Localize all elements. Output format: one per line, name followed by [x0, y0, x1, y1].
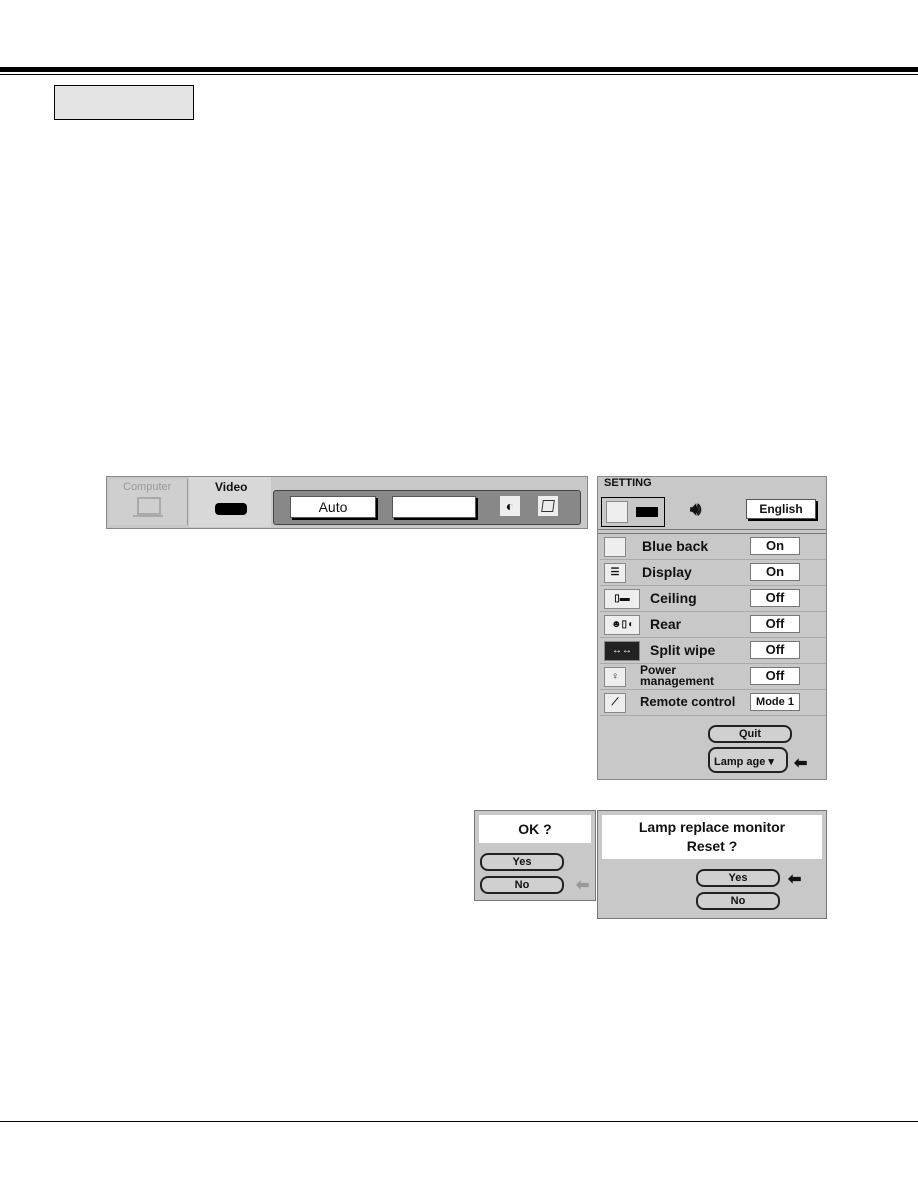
- contrast-icon[interactable]: ◐: [500, 496, 520, 516]
- quit-button[interactable]: Quit: [708, 725, 792, 743]
- row-value[interactable]: On: [750, 563, 800, 581]
- row-value[interactable]: Mode 1: [750, 693, 800, 711]
- projector-icon: [636, 507, 658, 517]
- remote-control-icon: ⟋: [604, 693, 626, 713]
- split-wipe-icon: ↔↔: [604, 641, 640, 661]
- section-title-box: [54, 85, 194, 120]
- computer-base: [133, 515, 163, 517]
- source-menu-bar: Computer Video Auto ◐: [106, 476, 588, 529]
- row-label: Power management: [640, 663, 715, 688]
- image-adjust-panel: Auto ◐: [273, 490, 581, 525]
- lamp-age-label: Lamp age: [714, 756, 766, 768]
- setting-row-blue-back[interactable]: Blue back On: [600, 534, 826, 560]
- setting-menu: SETTING 🔊︎ English Blue back On ☰ Display O…: [597, 476, 827, 780]
- reset-no-button[interactable]: No: [696, 892, 780, 910]
- pointer-arrow-icon: ⬅: [576, 877, 590, 894]
- dropdown-arrow-icon: ▾: [768, 756, 774, 768]
- language-field[interactable]: English: [746, 499, 816, 519]
- display-icon: ☰: [604, 563, 626, 583]
- ok-yes-button[interactable]: Yes: [480, 853, 564, 871]
- header-rule: [0, 67, 918, 72]
- row-label: Split wipe: [650, 642, 716, 658]
- blue-back-icon: [604, 537, 626, 557]
- reset-message-line1: Lamp replace monitor: [638, 819, 786, 835]
- tab-computer[interactable]: Computer: [109, 479, 188, 525]
- ok-dialog: OK ? Yes No ⬅: [474, 810, 596, 901]
- screen-icon: [606, 501, 628, 523]
- keystone-icon[interactable]: [538, 496, 558, 516]
- manual-page: Computer Video Auto ◐ SETTING 🔊︎ English…: [0, 0, 918, 1188]
- footer-rule: [0, 1121, 918, 1122]
- ceiling-icon: ▯▬: [604, 589, 640, 609]
- row-label: Ceiling: [650, 590, 697, 606]
- row-label: Blue back: [642, 538, 709, 554]
- video-player-icon: [215, 503, 247, 515]
- row-value[interactable]: On: [750, 537, 800, 555]
- row-value[interactable]: Off: [750, 589, 800, 607]
- pointer-arrow-icon: ⬅: [794, 755, 808, 772]
- tab-video[interactable]: Video: [189, 477, 271, 527]
- lamp-age-button[interactable]: Lamp age ▾: [708, 747, 788, 773]
- setting-row-split-wipe[interactable]: ↔↔ Split wipe Off: [600, 638, 826, 664]
- setting-row-remote-control[interactable]: ⟋ Remote control Mode 1: [600, 690, 826, 716]
- header-rule-thin: [0, 74, 918, 75]
- setting-row-rear[interactable]: ☻▯◖ Rear Off: [600, 612, 826, 638]
- setting-row-power-management[interactable]: ♀ Power management Off: [600, 664, 826, 690]
- reset-dialog: Lamp replace monitor Reset ? Yes No ⬅: [597, 810, 827, 919]
- row-value[interactable]: Off: [750, 667, 800, 685]
- setting-row-display[interactable]: ☰ Display On: [600, 560, 826, 586]
- divider: [598, 529, 826, 530]
- tab-computer-label: Computer: [123, 481, 172, 493]
- computer-icon: [137, 497, 161, 515]
- reset-message-line2: Reset ?: [686, 838, 738, 854]
- setting-title: SETTING: [604, 477, 652, 489]
- setting-tab-icon[interactable]: [601, 497, 665, 527]
- rear-icon: ☻▯◖: [604, 615, 640, 635]
- reset-yes-button[interactable]: Yes: [696, 869, 780, 887]
- row-label: Rear: [650, 616, 682, 632]
- setting-row-ceiling[interactable]: ▯▬ Ceiling Off: [600, 586, 826, 612]
- mode-field[interactable]: Auto: [290, 496, 376, 518]
- ok-message: OK ?: [479, 815, 591, 843]
- power-management-icon: ♀: [604, 667, 626, 687]
- row-label: Display: [642, 564, 692, 580]
- reset-message: Lamp replace monitor Reset ?: [602, 815, 822, 859]
- second-field[interactable]: [392, 496, 476, 518]
- row-value[interactable]: Off: [750, 615, 800, 633]
- row-value[interactable]: Off: [750, 641, 800, 659]
- sound-icon[interactable]: 🔊︎: [690, 499, 701, 520]
- row-label: Remote control: [640, 694, 736, 709]
- pointer-arrow-icon: ⬅: [788, 871, 802, 888]
- ok-no-button[interactable]: No: [480, 876, 564, 894]
- tab-video-label: Video: [215, 480, 248, 494]
